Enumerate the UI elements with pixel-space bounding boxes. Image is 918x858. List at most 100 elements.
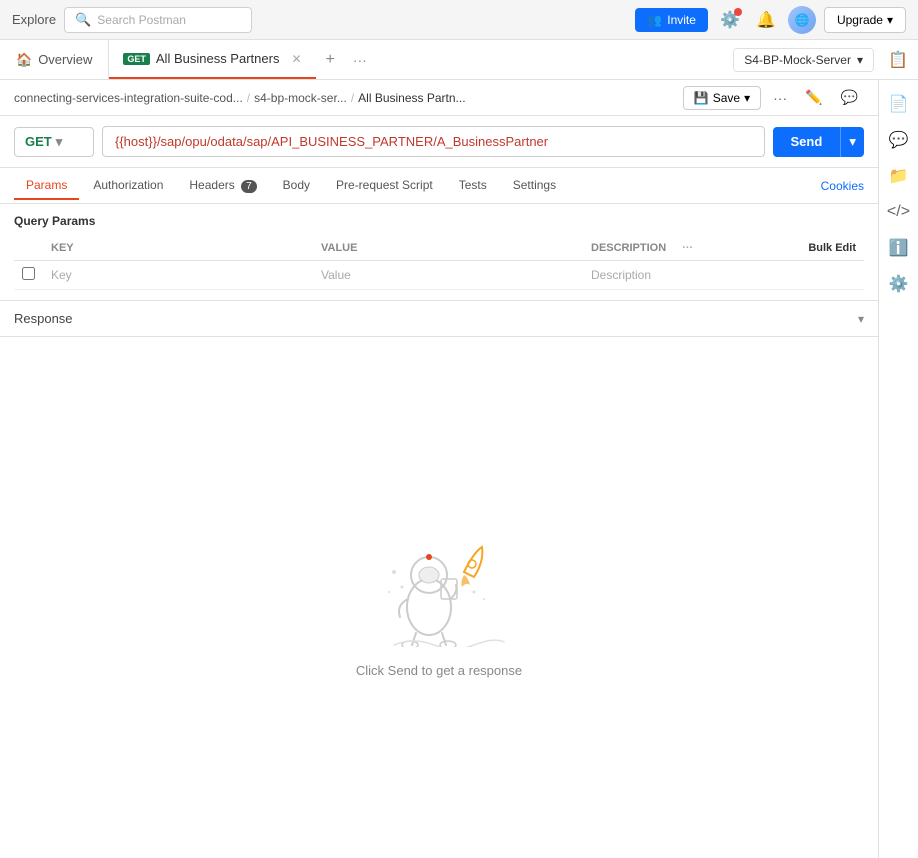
right-icons-panel: 📄 💬 📁 </> ℹ️ ⚙️ bbox=[878, 80, 918, 858]
main-layout: connecting-services-integration-suite-co… bbox=[0, 80, 918, 858]
invite-label: Invite bbox=[667, 13, 696, 27]
method-select[interactable]: GET ▾ bbox=[14, 127, 94, 157]
request-tabs: Params Authorization Headers 7 Body Pre-… bbox=[0, 168, 878, 204]
save-icon: 💾 bbox=[694, 91, 709, 105]
overview-icon: 🏠 bbox=[16, 52, 32, 68]
cookies-link[interactable]: Cookies bbox=[821, 179, 864, 193]
tab-authorization[interactable]: Authorization bbox=[81, 172, 175, 200]
breadcrumb-actions: 💾 Save ▾ ··· ✏️ 💬 bbox=[683, 85, 864, 110]
avatar[interactable]: 🌐 bbox=[788, 6, 816, 34]
query-params-title: Query Params bbox=[14, 214, 864, 228]
settings-icon-wrapper: ⚙️ bbox=[716, 6, 744, 34]
tab-pre-request[interactable]: Pre-request Script bbox=[324, 172, 445, 200]
tab-headers-label: Headers bbox=[189, 178, 234, 192]
th-value: VALUE bbox=[313, 236, 583, 261]
overview-label: Overview bbox=[38, 52, 92, 67]
explore-label: Explore bbox=[12, 12, 56, 27]
th-desc-actions: DESCRIPTION ··· Bulk Edit bbox=[591, 242, 856, 254]
row-checkbox-input[interactable] bbox=[22, 267, 35, 280]
save-label: Save bbox=[713, 91, 740, 105]
tab-settings[interactable]: Settings bbox=[501, 172, 568, 200]
content-area: connecting-services-integration-suite-co… bbox=[0, 80, 878, 858]
env-icon-button[interactable]: 📋 bbox=[882, 44, 914, 76]
breadcrumb-more-button[interactable]: ··· bbox=[767, 86, 793, 110]
breadcrumb-more-icon: ··· bbox=[773, 90, 787, 106]
right-code-button[interactable]: </> bbox=[883, 196, 915, 228]
tab-add-button[interactable]: + bbox=[316, 51, 345, 69]
right-file-button[interactable]: 📁 bbox=[883, 160, 915, 192]
th-description: DESCRIPTION ··· Bulk Edit bbox=[583, 236, 864, 261]
tab-close-icon[interactable]: ✕ bbox=[291, 52, 301, 66]
send-group: Send ▾ bbox=[773, 127, 865, 157]
server-chevron-icon: ▾ bbox=[857, 53, 863, 67]
server-select[interactable]: S4-BP-Mock-Server ▾ bbox=[733, 48, 874, 72]
tab-active-request[interactable]: GET All Business Partners ✕ bbox=[109, 40, 315, 79]
breadcrumb-part2[interactable]: s4-bp-mock-ser... bbox=[254, 91, 347, 105]
tab-name: All Business Partners bbox=[156, 51, 280, 66]
row-key[interactable]: Key bbox=[43, 261, 313, 290]
send-dropdown-button[interactable]: ▾ bbox=[840, 127, 864, 157]
response-chevron-icon: ▾ bbox=[858, 312, 864, 326]
tab-bar: 🏠 Overview GET All Business Partners ✕ +… bbox=[0, 40, 918, 80]
empty-state: Click Send to get a response bbox=[0, 337, 878, 858]
invite-icon: 👥 bbox=[647, 13, 662, 27]
bulk-edit-button[interactable]: Bulk Edit bbox=[808, 242, 856, 254]
upgrade-button[interactable]: Upgrade ▾ bbox=[824, 7, 906, 33]
save-button[interactable]: 💾 Save ▾ bbox=[683, 86, 761, 110]
tab-more-icon: ··· bbox=[353, 52, 367, 68]
save-dropdown-icon: ▾ bbox=[744, 91, 750, 105]
breadcrumb-sep2: / bbox=[351, 91, 354, 105]
response-bar[interactable]: Response ▾ bbox=[0, 300, 878, 337]
tab-params[interactable]: Params bbox=[14, 172, 79, 200]
send-button[interactable]: Send bbox=[773, 127, 841, 157]
row-description[interactable]: Description bbox=[583, 261, 864, 290]
tab-tests[interactable]: Tests bbox=[447, 172, 499, 200]
th-desc-label: DESCRIPTION bbox=[591, 242, 666, 254]
edit-icon-button[interactable]: ✏️ bbox=[799, 85, 828, 110]
empty-state-text: Click Send to get a response bbox=[356, 663, 522, 678]
row-value[interactable]: Value bbox=[313, 261, 583, 290]
tab-more-button[interactable]: ··· bbox=[345, 52, 375, 68]
top-bar-left: Explore 🔍 Search Postman bbox=[12, 7, 252, 33]
server-name: S4-BP-Mock-Server bbox=[744, 53, 851, 67]
tab-body[interactable]: Body bbox=[271, 172, 322, 200]
breadcrumb-sep1: / bbox=[247, 91, 250, 105]
bell-icon-button[interactable]: 🔔 bbox=[752, 6, 780, 34]
search-icon: 🔍 bbox=[75, 12, 91, 28]
invite-button[interactable]: 👥 Invite bbox=[635, 8, 708, 32]
tab-headers-badge: 7 bbox=[241, 180, 257, 193]
request-bar: GET ▾ Send ▾ bbox=[0, 116, 878, 168]
upgrade-chevron-icon: ▾ bbox=[887, 13, 893, 27]
search-box[interactable]: 🔍 Search Postman bbox=[64, 7, 252, 33]
tab-bar-right: S4-BP-Mock-Server ▾ 📋 bbox=[733, 44, 918, 76]
right-comment-button[interactable]: 💬 bbox=[883, 124, 915, 156]
top-bar: Explore 🔍 Search Postman 👥 Invite ⚙️ 🔔 🌐… bbox=[0, 0, 918, 40]
url-input[interactable] bbox=[102, 126, 765, 157]
breadcrumb-current: All Business Partn... bbox=[358, 91, 465, 105]
response-label: Response bbox=[14, 311, 73, 326]
search-placeholder: Search Postman bbox=[97, 13, 186, 27]
top-bar-right: 👥 Invite ⚙️ 🔔 🌐 Upgrade ▾ bbox=[635, 6, 906, 34]
params-section: Query Params KEY VALUE DESCRIPTION ··· B… bbox=[0, 204, 878, 300]
params-table: KEY VALUE DESCRIPTION ··· Bulk Edit bbox=[14, 236, 864, 290]
comment-icon-button[interactable]: 💬 bbox=[835, 85, 864, 110]
th-desc-more-icon[interactable]: ··· bbox=[682, 242, 693, 254]
method-chevron-icon: ▾ bbox=[56, 134, 63, 150]
empty-state-illustration bbox=[364, 517, 514, 647]
right-info-button[interactable]: ℹ️ bbox=[883, 232, 915, 264]
breadcrumb: connecting-services-integration-suite-co… bbox=[0, 80, 878, 116]
method-label: GET bbox=[25, 134, 52, 149]
table-row: Key Value Description bbox=[14, 261, 864, 290]
th-key: KEY bbox=[43, 236, 313, 261]
row-checkbox[interactable] bbox=[14, 261, 43, 290]
right-doc-button[interactable]: 📄 bbox=[883, 88, 915, 120]
tab-headers[interactable]: Headers 7 bbox=[177, 172, 268, 200]
right-settings-button[interactable]: ⚙️ bbox=[883, 268, 915, 300]
breadcrumb-part1[interactable]: connecting-services-integration-suite-co… bbox=[14, 91, 243, 105]
add-tab-icon: + bbox=[326, 51, 335, 69]
upgrade-label: Upgrade bbox=[837, 13, 883, 27]
tab-overview[interactable]: 🏠 Overview bbox=[0, 40, 109, 79]
tab-method-badge: GET bbox=[123, 53, 150, 65]
th-checkbox bbox=[14, 236, 43, 261]
notification-dot bbox=[734, 8, 742, 16]
